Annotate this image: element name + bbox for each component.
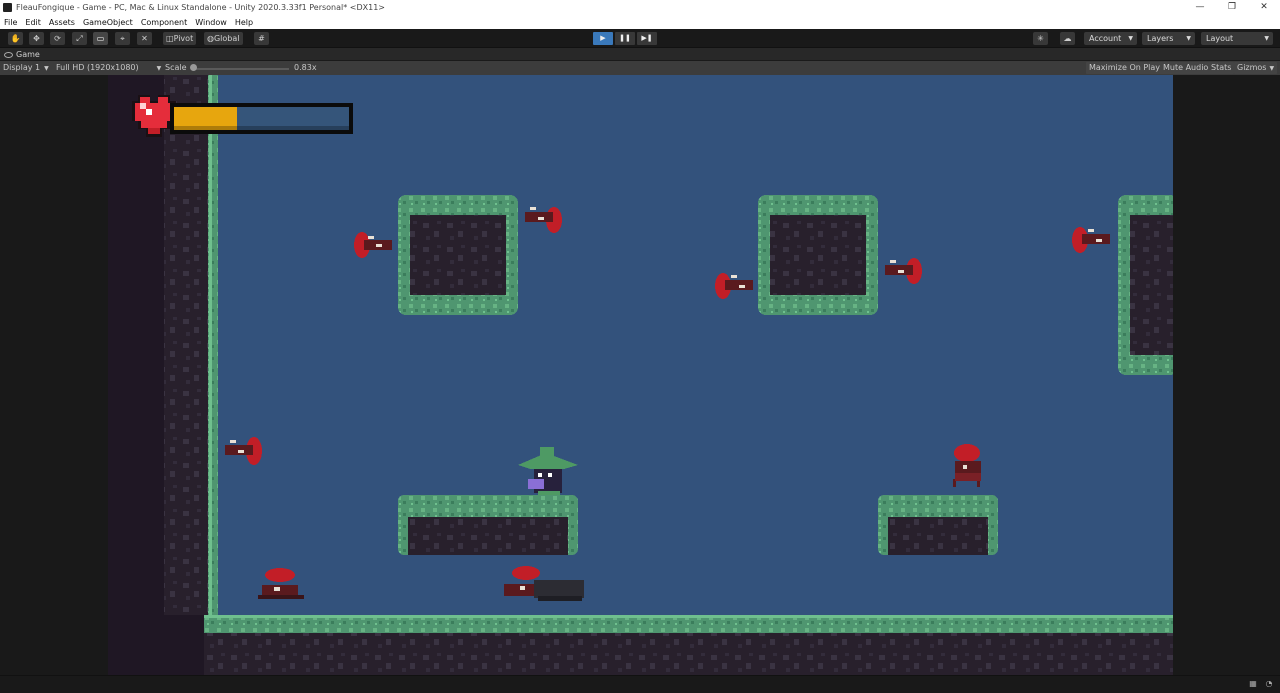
window-title: FleauFongique - Game - PC, Mac & Linux S… [16, 3, 386, 12]
step-button[interactable]: ▶❚ [637, 32, 657, 45]
game-scene [108, 75, 1173, 675]
floating-block-1 [398, 195, 518, 315]
mute-audio-toggle[interactable]: Mute Audio [1160, 62, 1212, 74]
chevron-down-icon: ▼ [1186, 35, 1191, 42]
progress-icon: ▦ [1249, 679, 1257, 688]
menu-file[interactable]: File [0, 18, 21, 27]
global-label: Global [213, 34, 240, 43]
title-bar: FleauFongique - Game - PC, Mac & Linux S… [0, 0, 1280, 15]
gizmos-label: Gizmos [1237, 63, 1267, 72]
chevron-down-icon: ▼ [1128, 35, 1133, 42]
resolution-dropdown[interactable]: Full HD (1920x1080) ▼ [56, 61, 161, 76]
resolution-label: Full HD (1920x1080) [56, 63, 139, 72]
scale-icon[interactable]: ⤢ [72, 32, 87, 45]
rect-icon[interactable]: ▭ [93, 32, 108, 45]
game-canvas[interactable] [108, 75, 1173, 675]
restore-button[interactable]: ❐ [1216, 0, 1248, 15]
ant-enemy [354, 232, 392, 258]
menu-bar: File Edit Assets GameObject Component Wi… [0, 15, 1280, 29]
player-character [518, 447, 578, 495]
pause-button[interactable]: ❚❚ [615, 32, 635, 45]
health-bar-track [174, 107, 349, 130]
globe-icon: ◍ [207, 34, 214, 43]
scale-slider-handle[interactable] [190, 64, 197, 71]
health-bar-shade [174, 126, 349, 130]
menu-component[interactable]: Component [137, 18, 191, 27]
tab-game[interactable]: Game [4, 49, 40, 61]
scale-value: 0.83x [294, 63, 317, 72]
rotate-icon[interactable]: ⟳ [50, 32, 65, 45]
pivot-label: Pivot [173, 34, 194, 43]
layers-dropdown[interactable]: Layers ▼ [1142, 32, 1195, 45]
ant-enemy [525, 207, 562, 233]
scale-slider-track[interactable] [193, 68, 289, 70]
close-button[interactable]: ✕ [1248, 0, 1280, 15]
menu-assets[interactable]: Assets [45, 18, 79, 27]
tab-bar: Game [0, 48, 1280, 61]
platform-left [398, 495, 578, 555]
gizmos-dropdown[interactable]: Gizmos ▼ [1234, 62, 1278, 74]
maximize-on-play-toggle[interactable]: Maximize On Play [1086, 62, 1164, 74]
global-toggle[interactable]: ◍Global [204, 32, 243, 45]
chevron-down-icon: ▼ [156, 65, 162, 72]
layers-label: Layers [1147, 34, 1174, 43]
unity-logo [3, 3, 12, 12]
platform-right [878, 495, 998, 555]
account-label: Account [1089, 34, 1122, 43]
pause-icon: ❚❚ [619, 34, 631, 42]
tab-game-label: Game [16, 50, 40, 59]
play-button[interactable]: ▶ [593, 32, 613, 45]
health-bar [170, 103, 353, 134]
game-view-toolbar: Display 1 ▼ Full HD (1920x1080) ▼ Scale 0.… [0, 61, 1280, 75]
cloud-icon[interactable]: ☁ [1060, 32, 1075, 45]
ant-enemy-ground [258, 568, 304, 599]
move-icon[interactable]: ✥ [29, 32, 44, 45]
main-toolbar: ✋ ✥ ⟳ ⤢ ▭ ⌖ ✕ ◫Pivot ◍Global # ▶ ❚❚ ▶❚ ✳… [0, 29, 1280, 48]
ground [204, 615, 1173, 675]
settings-icon[interactable]: ◔ [1264, 679, 1274, 689]
eye-icon [4, 52, 13, 58]
hand-icon[interactable]: ✋ [8, 32, 23, 45]
ant-enemy [715, 273, 753, 299]
ant-enemy [885, 258, 922, 284]
left-wall [108, 75, 218, 675]
minimize-button[interactable]: — [1184, 0, 1216, 15]
step-icon: ▶❚ [641, 34, 653, 42]
chevron-down-icon: ▼ [1269, 65, 1275, 72]
ant-enemy-ground [504, 566, 584, 601]
display-dropdown[interactable]: Display 1 ▼ [3, 61, 49, 76]
layout-label: Layout [1206, 34, 1234, 43]
menu-window[interactable]: Window [191, 18, 231, 27]
stats-toggle[interactable]: Stats [1208, 62, 1235, 74]
floating-block-3 [1118, 195, 1173, 375]
pivot-icon: ◫ [166, 34, 174, 43]
ant-enemy [1072, 227, 1110, 253]
transform-icon[interactable]: ⌖ [115, 32, 130, 45]
display-label: Display 1 [3, 63, 41, 72]
menu-edit[interactable]: Edit [21, 18, 45, 27]
account-dropdown[interactable]: Account ▼ [1084, 32, 1137, 45]
menu-gameobject[interactable]: GameObject [79, 18, 137, 27]
ant-enemy-walking [953, 444, 981, 487]
snap-grid-icon[interactable]: # [254, 32, 269, 45]
chevron-down-icon: ▼ [44, 65, 49, 72]
window-controls: — ❐ ✕ [1184, 0, 1280, 15]
play-icon: ▶ [600, 34, 606, 42]
collab-icon[interactable]: ✳ [1033, 32, 1048, 45]
layout-dropdown[interactable]: Layout ▼ [1201, 32, 1273, 45]
menu-help[interactable]: Help [231, 18, 257, 27]
floating-block-2 [758, 195, 878, 315]
custom-tool-icon[interactable]: ✕ [137, 32, 152, 45]
pivot-toggle[interactable]: ◫Pivot [163, 32, 197, 45]
status-bar: ▦ ◔ [0, 675, 1280, 693]
game-viewport [0, 75, 1280, 675]
scale-label: Scale [165, 63, 187, 72]
ant-enemy [225, 437, 262, 465]
chevron-down-icon: ▼ [1264, 35, 1269, 42]
